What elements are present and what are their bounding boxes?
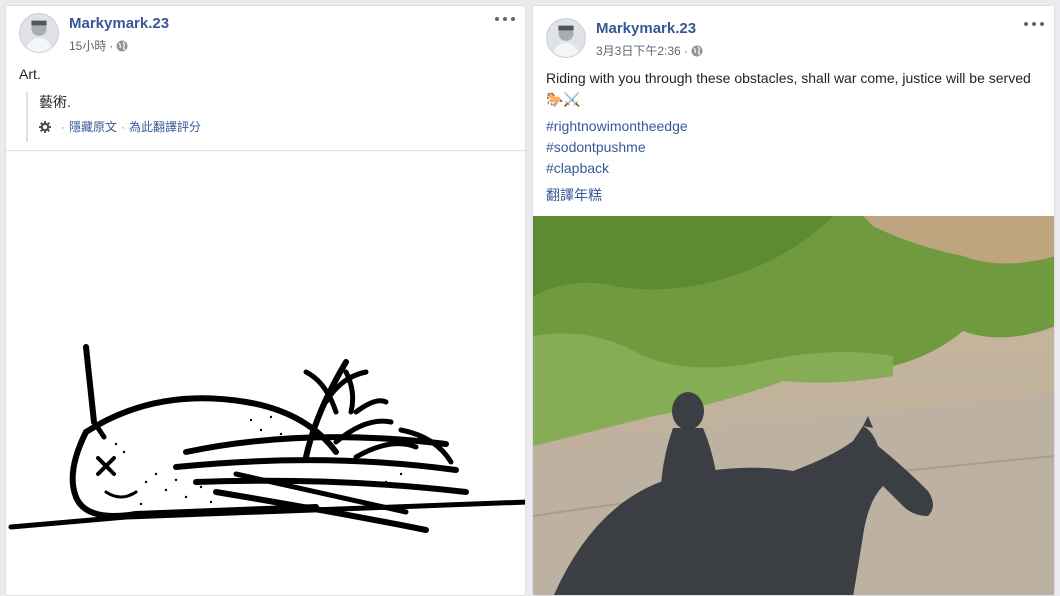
hashtag-list: #rightnowimontheedge #sodontpushme #clap…: [546, 116, 688, 179]
post-art: Markymark.23 15小時 · Art. 藝術. · 隱藏原文 · 為此…: [5, 5, 526, 596]
hashtag-link[interactable]: #clapback: [546, 158, 688, 179]
post-meta: 15小時 ·: [69, 37, 128, 54]
post-timestamp[interactable]: 15小時: [69, 37, 106, 54]
post-timestamp[interactable]: 3月3日下午2:36: [596, 42, 681, 59]
post-meta: 3月3日下午2:36 ·: [596, 42, 703, 59]
post-text: Riding with you through these obstacles,…: [546, 70, 1031, 107]
gear-icon[interactable]: [39, 120, 51, 133]
avatar[interactable]: [19, 13, 59, 53]
post-text: Art.: [19, 66, 41, 82]
translation-links: · 隱藏原文 · 為此翻譯評分: [39, 118, 201, 135]
more-options-icon[interactable]: [495, 12, 515, 26]
hashtag-link[interactable]: #rightnowimontheedge: [546, 116, 688, 137]
meta-separator: ·: [683, 43, 688, 58]
translated-text: 藝術.: [39, 94, 71, 110]
author-name[interactable]: Markymark.23: [69, 15, 169, 32]
globe-icon[interactable]: [116, 40, 128, 52]
avatar[interactable]: [546, 18, 586, 58]
rate-translation-link[interactable]: 為此翻譯評分: [129, 118, 201, 135]
link-separator: ·: [61, 119, 65, 134]
see-translation-link[interactable]: 翻譯年糕: [546, 185, 602, 205]
more-options-icon[interactable]: [1024, 17, 1044, 31]
link-separator: ·: [121, 119, 126, 134]
hashtag-link[interactable]: #sodontpushme: [546, 137, 688, 158]
post-riding: Markymark.23 3月3日下午2:36 · Riding with yo…: [532, 5, 1055, 596]
post-header: Markymark.23 3月3日下午2:36 ·: [533, 6, 1054, 58]
translation-box: 藝術. · 隱藏原文 · 為此翻譯評分: [26, 92, 201, 142]
hide-original-link[interactable]: 隱藏原文: [69, 118, 117, 135]
post-header: Markymark.23 15小時 ·: [6, 6, 525, 58]
meta-separator: ·: [109, 38, 114, 53]
shadow-photo[interactable]: [533, 216, 1054, 595]
divider: [6, 150, 525, 151]
globe-icon[interactable]: [691, 45, 703, 57]
author-name[interactable]: Markymark.23: [596, 20, 696, 37]
art-image[interactable]: [6, 212, 525, 592]
